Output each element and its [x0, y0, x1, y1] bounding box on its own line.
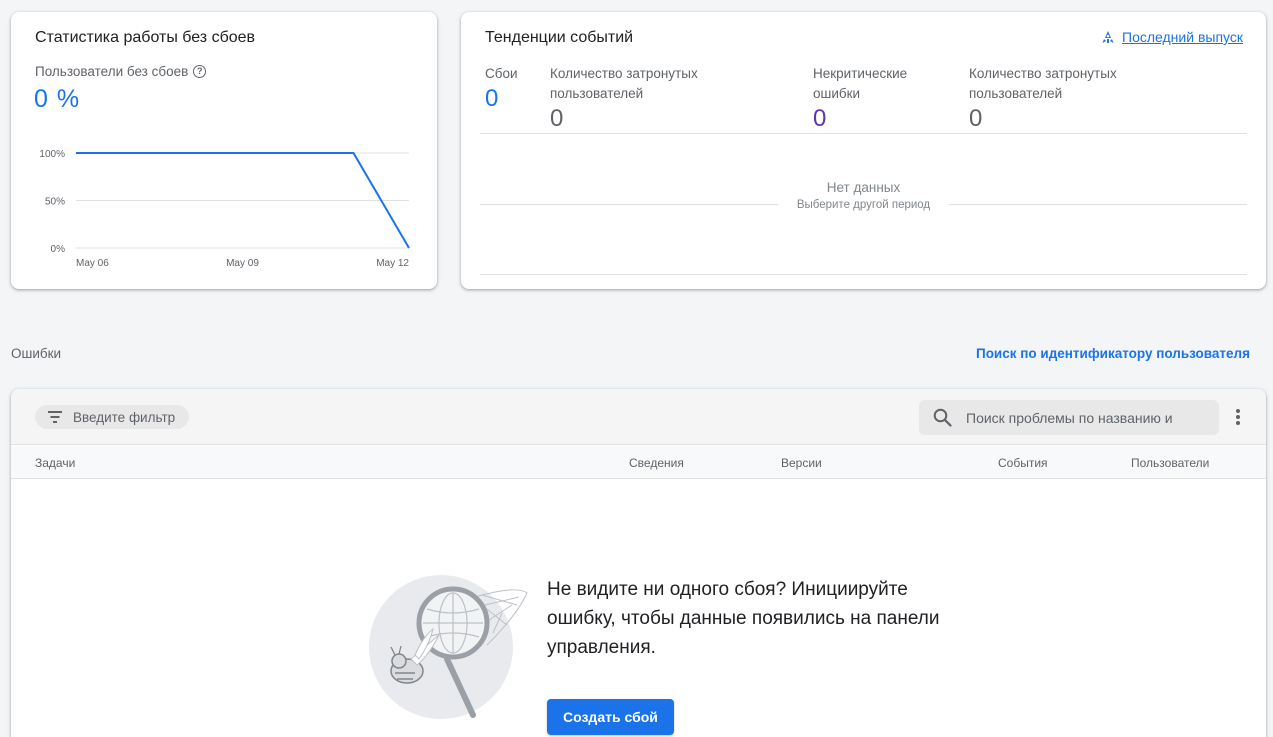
search-icon [933, 408, 952, 427]
search-by-user-id-link[interactable]: Поиск по идентификатору пользователя [976, 346, 1250, 361]
chart-y-tick-label: 0% [51, 244, 66, 255]
chart-y-tick-label: 50% [45, 197, 65, 208]
issues-toolbar: Введите фильтр [11, 389, 1266, 445]
stat-crash-users-value: 0 [550, 105, 564, 132]
issues-table-header: Задачи Сведения Версии События Пользоват… [11, 446, 1266, 479]
chart-x-tick-label: May 06 [76, 258, 109, 269]
no-data-message: Нет данных Выберите другой период [461, 180, 1266, 211]
stability-card: Статистика работы без сбоев Пользователи… [11, 12, 437, 289]
column-events[interactable]: События [998, 456, 1048, 470]
latest-release-link[interactable]: Последний выпуск [1101, 29, 1243, 45]
issues-card: Введите фильтр Задачи Сведения Версии Со… [11, 389, 1266, 737]
filter-chip[interactable]: Введите фильтр [35, 405, 190, 429]
filter-icon [47, 411, 63, 423]
stat-nonfatal-users-label: Количество затронутых пользователей [969, 66, 1117, 101]
trends-divider-bottom [480, 274, 1247, 275]
column-issues[interactable]: Задачи [35, 456, 75, 470]
event-trends-title: Тенденции событий [485, 29, 634, 46]
stat-nonfatal-users-value: 0 [969, 105, 983, 132]
chart-y-tick-label: 100% [39, 149, 65, 160]
stat-crashes-label: Сбои [485, 66, 518, 81]
stat-nonfatal-users: Количество затронутых пользователей 0 [969, 64, 1154, 131]
issue-search-input[interactable] [966, 409, 1196, 426]
release-icon [1102, 31, 1114, 43]
column-users[interactable]: Пользователи [1131, 456, 1209, 470]
stat-crash-users: Количество затронутых пользователей 0 [550, 64, 735, 131]
column-details[interactable]: Сведения [629, 456, 684, 470]
stat-nonfatal-label: Некритические ошибки [813, 66, 908, 101]
stat-nonfatal: Некритические ошибки 0 [813, 64, 943, 131]
stat-crashes-value: 0 [485, 85, 499, 112]
event-trends-card: Тенденции событий Последний выпуск Сбои … [461, 12, 1266, 289]
errors-section-label: Ошибки [11, 346, 62, 361]
more-vert-icon[interactable] [1233, 407, 1243, 427]
empty-state-message: Не видите ни одного сбоя? Инициируйте ош… [547, 579, 940, 658]
latest-release-label: Последний выпуск [1122, 29, 1243, 45]
stat-nonfatal-value: 0 [813, 105, 827, 132]
trends-divider-top [480, 133, 1247, 134]
stat-crash-users-label: Количество затронутых пользователей [550, 66, 698, 101]
chart-x-tick-label: May 09 [226, 258, 259, 269]
column-versions[interactable]: Версии [781, 456, 822, 470]
filter-chip-label: Введите фильтр [73, 409, 176, 425]
create-crash-button[interactable]: Создать сбой [547, 699, 674, 735]
chart-x-tick-label: May 12 [376, 258, 409, 269]
stability-line-chart: 100% 50% 0% May 06 May 09 May 12 [39, 149, 410, 269]
stat-crashes: Сбои 0 [485, 64, 518, 111]
bug-net-illustration [369, 575, 528, 719]
no-data-title: Нет данных [826, 180, 901, 195]
no-data-hint: Выберите другой период [796, 199, 931, 211]
issue-search-box[interactable] [919, 400, 1219, 435]
